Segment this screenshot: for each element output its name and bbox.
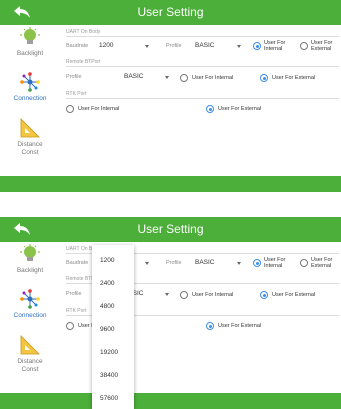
remote-external-label: User For External [272,75,316,81]
sidebar-label-distance: Distance Const [17,141,43,156]
baudrate-option[interactable]: 9600 [100,326,114,333]
remote-profile-label: Profile [66,291,82,297]
remote-internal-radio[interactable] [180,74,188,82]
baudrate-dropdown-menu: 1200 2400 4800 9600 19200 38400 57600 [92,245,134,409]
chevron-down-icon[interactable] [165,76,169,79]
baudrate-option[interactable]: 38400 [100,372,118,379]
chevron-down-icon[interactable] [145,262,149,265]
rtk-external-label: User For External [218,323,262,329]
sidebar-item-distance-const[interactable]: Distance Const [0,334,60,374]
bottom-bar [0,393,341,409]
chevron-down-icon[interactable] [145,45,149,48]
sidebar-label-connection: Connection [13,312,47,319]
section-rtk-title: RTK Port [66,308,87,314]
remote-external-label: User For External [272,292,316,298]
user-setting-screen: User Setting Backlight Connection Distan… [0,0,341,192]
rtk-external-radio[interactable] [206,105,214,113]
rtk-external-label: User For External [218,106,262,112]
uart-internal-radio[interactable] [253,42,261,50]
connection-icon [20,72,40,92]
baudrate-option[interactable]: 57600 [100,395,118,402]
sidebar-item-backlight[interactable]: Backlight [0,26,60,58]
connection-icon [20,289,40,309]
uart-external-label: User For External [311,40,333,52]
rtk-internal-radio[interactable] [66,322,74,330]
lightbulb-icon [20,244,40,261]
uart-internal-label: User For Internal [264,40,286,52]
page-title: User Setting [137,222,204,236]
page-title: User Setting [137,5,204,19]
top-bar: User Setting [0,0,341,25]
divider [66,98,339,99]
uart-external-radio[interactable] [300,42,308,50]
lightbulb-icon [20,27,40,44]
remote-internal-radio[interactable] [180,291,188,299]
uart-profile-label: Profile [166,260,182,266]
sidebar-label-backlight: Backlight [16,50,44,57]
baudrate-option[interactable]: 19200 [100,349,118,356]
remote-internal-label: User For Internal [192,292,234,298]
sidebar-item-connection[interactable]: Connection [0,71,60,103]
chevron-down-icon[interactable] [237,262,241,265]
divider [66,66,339,67]
sidebar-label-distance: Distance Const [17,358,43,373]
rtk-internal-radio[interactable] [66,105,74,113]
chevron-down-icon[interactable] [165,293,169,296]
section-uart-title: UART On Body [66,29,101,35]
sidebar-label-backlight: Backlight [16,267,44,274]
baudrate-label: Baudrate [66,43,89,49]
uart-profile-select[interactable]: BASIC [195,259,215,266]
bottom-bar [0,176,341,192]
rtk-internal-label: User For Internal [78,106,120,112]
sidebar-label-connection: Connection [13,95,47,102]
uart-profile-select[interactable]: BASIC [195,42,215,49]
remote-profile-select[interactable]: BASIC [124,73,144,80]
baudrate-select[interactable]: 1200 [99,42,113,49]
divider [66,36,339,37]
baudrate-option[interactable]: 2400 [100,280,114,287]
section-rtk-title: RTK Port [66,91,87,97]
rtk-external-radio[interactable] [206,322,214,330]
chevron-down-icon[interactable] [237,45,241,48]
baudrate-option[interactable]: 4800 [100,303,114,310]
remote-internal-label: User For Internal [192,75,234,81]
section-remote-title: Remote BTPort [66,59,101,65]
sidebar-item-backlight[interactable]: Backlight [0,243,60,275]
uart-external-label: User For External [311,257,333,269]
remote-external-radio[interactable] [260,74,268,82]
top-bar: User Setting [0,217,341,242]
uart-internal-radio[interactable] [253,259,261,267]
user-setting-screen-dropdown-open: User Setting Backlight Connection Distan… [0,217,341,409]
ruler-triangle-icon [20,118,40,138]
sidebar-item-distance-const[interactable]: Distance Const [0,117,60,157]
baudrate-option[interactable]: 1200 [100,257,114,264]
uart-external-radio[interactable] [300,259,308,267]
uart-internal-label: User For Internal [264,257,286,269]
remote-profile-label: Profile [66,74,82,80]
ruler-triangle-icon [20,335,40,355]
baudrate-label: Baudrate [66,260,89,266]
sidebar-item-connection[interactable]: Connection [0,288,60,320]
uart-profile-label: Profile [166,43,182,49]
remote-external-radio[interactable] [260,291,268,299]
